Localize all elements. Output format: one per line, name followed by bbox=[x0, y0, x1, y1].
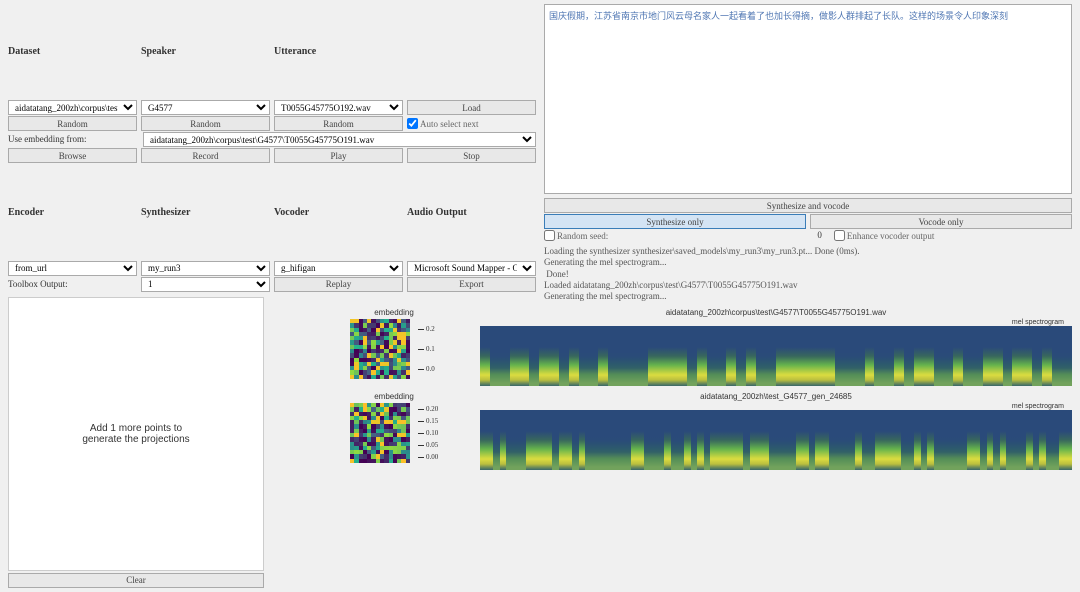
encoder-label: Encoder bbox=[8, 205, 137, 220]
stop-button[interactable]: Stop bbox=[407, 148, 536, 163]
clear-button[interactable]: Clear bbox=[8, 573, 264, 588]
embedding-colorbar-2: 0.20 0.15 0.10 0.05 0.00 bbox=[418, 403, 438, 463]
transcript-textarea[interactable]: 国庆假期，江苏省南京市地门风云母名家人一起看着了也加长得摘，做影人群排起了长队。… bbox=[544, 4, 1072, 194]
random-seed-label: Random seed: bbox=[557, 231, 608, 241]
export-button[interactable]: Export bbox=[407, 277, 536, 292]
spectrogram-1 bbox=[480, 326, 1072, 386]
spectrogram-2-title: aidatatang_200zh\test_G4577_gen_24685 bbox=[480, 392, 1072, 401]
synthesizer-select[interactable]: my_run3 bbox=[141, 261, 270, 276]
audio-output-select[interactable]: Microsoft Sound Mapper - Output bbox=[407, 261, 536, 276]
random-seed-value: 0 bbox=[703, 230, 830, 241]
projection-panel: Add 1 more points to generate the projec… bbox=[8, 297, 264, 571]
spectrogram-2-label: mel spectrogram bbox=[480, 403, 1072, 410]
embedding-heatmap-1-title: embedding bbox=[374, 308, 414, 317]
auto-select-next-label: Auto select next bbox=[420, 119, 478, 129]
replay-button[interactable]: Replay bbox=[274, 277, 403, 292]
log-output: Loading the synthesizer synthesizer\save… bbox=[544, 242, 1072, 302]
encoder-select[interactable]: from_url bbox=[8, 261, 137, 276]
random-dataset-button[interactable]: Random bbox=[8, 116, 137, 131]
vocoder-label: Vocoder bbox=[274, 205, 403, 220]
utterance-label: Utterance bbox=[274, 44, 403, 59]
random-utterance-button[interactable]: Random bbox=[274, 116, 403, 131]
toolbox-output-select[interactable]: 1 bbox=[141, 277, 270, 292]
auto-select-next-checkbox[interactable] bbox=[407, 118, 418, 129]
random-seed-checkbox[interactable] bbox=[544, 230, 555, 241]
embedding-heatmap-2 bbox=[350, 403, 410, 463]
speaker-select[interactable]: G4577 bbox=[141, 100, 270, 115]
speaker-label: Speaker bbox=[141, 44, 270, 59]
dataset-label: Dataset bbox=[8, 44, 137, 59]
enhance-vocoder-label: Enhance vocoder output bbox=[847, 231, 934, 241]
use-embedding-label: Use embedding from: bbox=[8, 132, 139, 147]
synthesize-only-button[interactable]: Synthesize only bbox=[544, 214, 806, 229]
embedding-heatmap-2-title: embedding bbox=[374, 392, 414, 401]
record-button[interactable]: Record bbox=[141, 148, 270, 163]
browse-button[interactable]: Browse bbox=[8, 148, 137, 163]
vocoder-select[interactable]: g_hifigan bbox=[274, 261, 403, 276]
vocode-only-button[interactable]: Vocode only bbox=[810, 214, 1072, 229]
spectrogram-1-label: mel spectrogram bbox=[480, 319, 1072, 326]
spectrogram-1-title: aidatatang_200zh\corpus\test\G4577\T0055… bbox=[480, 308, 1072, 317]
embedding-colorbar-1: 0.2 0.1 0.0 bbox=[418, 319, 438, 379]
dataset-select[interactable]: aidatatang_200zh\corpus\test bbox=[8, 100, 137, 115]
spectrogram-2 bbox=[480, 410, 1072, 470]
play-button[interactable]: Play bbox=[274, 148, 403, 163]
embedding-heatmap-1 bbox=[350, 319, 410, 379]
utterance-select[interactable]: T0055G45775O192.wav bbox=[274, 100, 403, 115]
synthesize-vocode-button[interactable]: Synthesize and vocode bbox=[544, 198, 1072, 213]
toolbox-output-label: Toolbox Output: bbox=[8, 277, 137, 292]
embedding-path-select[interactable]: aidatatang_200zh\corpus\test\G4577\T0055… bbox=[143, 132, 536, 147]
load-button[interactable]: Load bbox=[407, 100, 536, 115]
synthesizer-label: Synthesizer bbox=[141, 205, 270, 220]
audio-output-label: Audio Output bbox=[407, 205, 536, 220]
random-speaker-button[interactable]: Random bbox=[141, 116, 270, 131]
enhance-vocoder-checkbox[interactable] bbox=[834, 230, 845, 241]
